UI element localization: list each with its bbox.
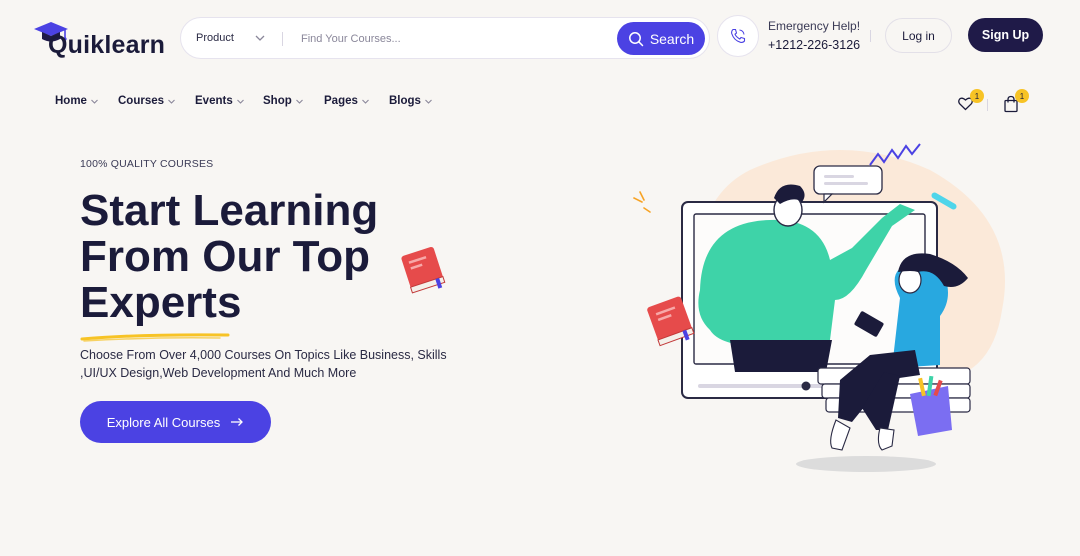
nav-item-home[interactable]: Home bbox=[55, 95, 118, 107]
hero-illustration bbox=[633, 143, 1005, 472]
nav-item-blogs[interactable]: Blogs bbox=[389, 95, 439, 107]
nav-item-courses[interactable]: Courses bbox=[118, 95, 195, 107]
nav-item-pages[interactable]: Pages bbox=[324, 95, 389, 107]
hero-tagline: 100% QUALITY COURSES bbox=[80, 158, 214, 170]
main-nav: Home Courses Events Shop Pages Blogs bbox=[55, 95, 439, 107]
nav-item-label: Blogs bbox=[389, 95, 421, 107]
header-divider bbox=[870, 30, 871, 42]
nav-item-label: Shop bbox=[263, 95, 292, 107]
hero-title: Start Learning From Our Top Experts bbox=[80, 188, 420, 326]
brand-name: Quiklearn bbox=[48, 31, 166, 59]
login-button[interactable]: Log in bbox=[885, 18, 952, 53]
cart-button[interactable]: 1 bbox=[1003, 89, 1029, 118]
nav-item-label: Home bbox=[55, 95, 87, 107]
cart-count-badge: 1 bbox=[1015, 89, 1029, 103]
nav-item-label: Pages bbox=[324, 95, 358, 107]
search-bar: Product Search bbox=[180, 17, 710, 59]
emergency-contact: Emergency Help! +1212-226-3126 bbox=[768, 19, 860, 52]
hero-title-line: From Our Top bbox=[80, 232, 371, 281]
arrow-right-icon bbox=[231, 418, 244, 426]
wishlist-button[interactable]: 1 bbox=[957, 89, 984, 117]
hero-description: Choose From Over 4,000 Courses On Topics… bbox=[80, 348, 447, 380]
nav-item-label: Courses bbox=[118, 95, 165, 107]
title-underline-decoration bbox=[80, 333, 230, 342]
icon-divider bbox=[987, 99, 988, 111]
chevron-down-icon bbox=[362, 99, 369, 104]
brand-logo[interactable]: Quiklearn bbox=[34, 20, 174, 60]
phone-button[interactable] bbox=[717, 15, 759, 57]
chevron-down-icon bbox=[168, 99, 175, 104]
chevron-down-icon bbox=[295, 99, 303, 104]
search-input[interactable] bbox=[301, 29, 601, 49]
explore-courses-button[interactable]: Explore All Courses bbox=[80, 401, 271, 443]
search-button[interactable]: Search bbox=[617, 22, 705, 55]
signup-button[interactable]: Sign Up bbox=[968, 18, 1043, 52]
phone-icon bbox=[731, 28, 746, 43]
hero-title-line: Start Learning bbox=[80, 186, 379, 235]
emergency-phone[interactable]: +1212-226-3126 bbox=[768, 38, 860, 52]
hero-title-line: Experts bbox=[80, 278, 242, 327]
search-button-label: Search bbox=[649, 30, 695, 47]
nav-item-events[interactable]: Events bbox=[195, 95, 263, 107]
nav-item-label: Events bbox=[195, 95, 233, 107]
chevron-down-icon bbox=[91, 99, 98, 104]
search-divider bbox=[282, 32, 283, 46]
emergency-title: Emergency Help! bbox=[768, 19, 861, 33]
category-select[interactable]: Product bbox=[196, 32, 234, 44]
explore-courses-label: Explore All Courses bbox=[106, 414, 221, 430]
chevron-down-icon[interactable] bbox=[253, 31, 267, 45]
nav-item-shop[interactable]: Shop bbox=[263, 95, 324, 107]
wishlist-count-badge: 1 bbox=[970, 89, 984, 103]
chevron-down-icon bbox=[236, 99, 244, 104]
book-illustration bbox=[401, 246, 446, 294]
search-icon bbox=[628, 31, 644, 46]
chevron-down-icon bbox=[425, 99, 432, 104]
